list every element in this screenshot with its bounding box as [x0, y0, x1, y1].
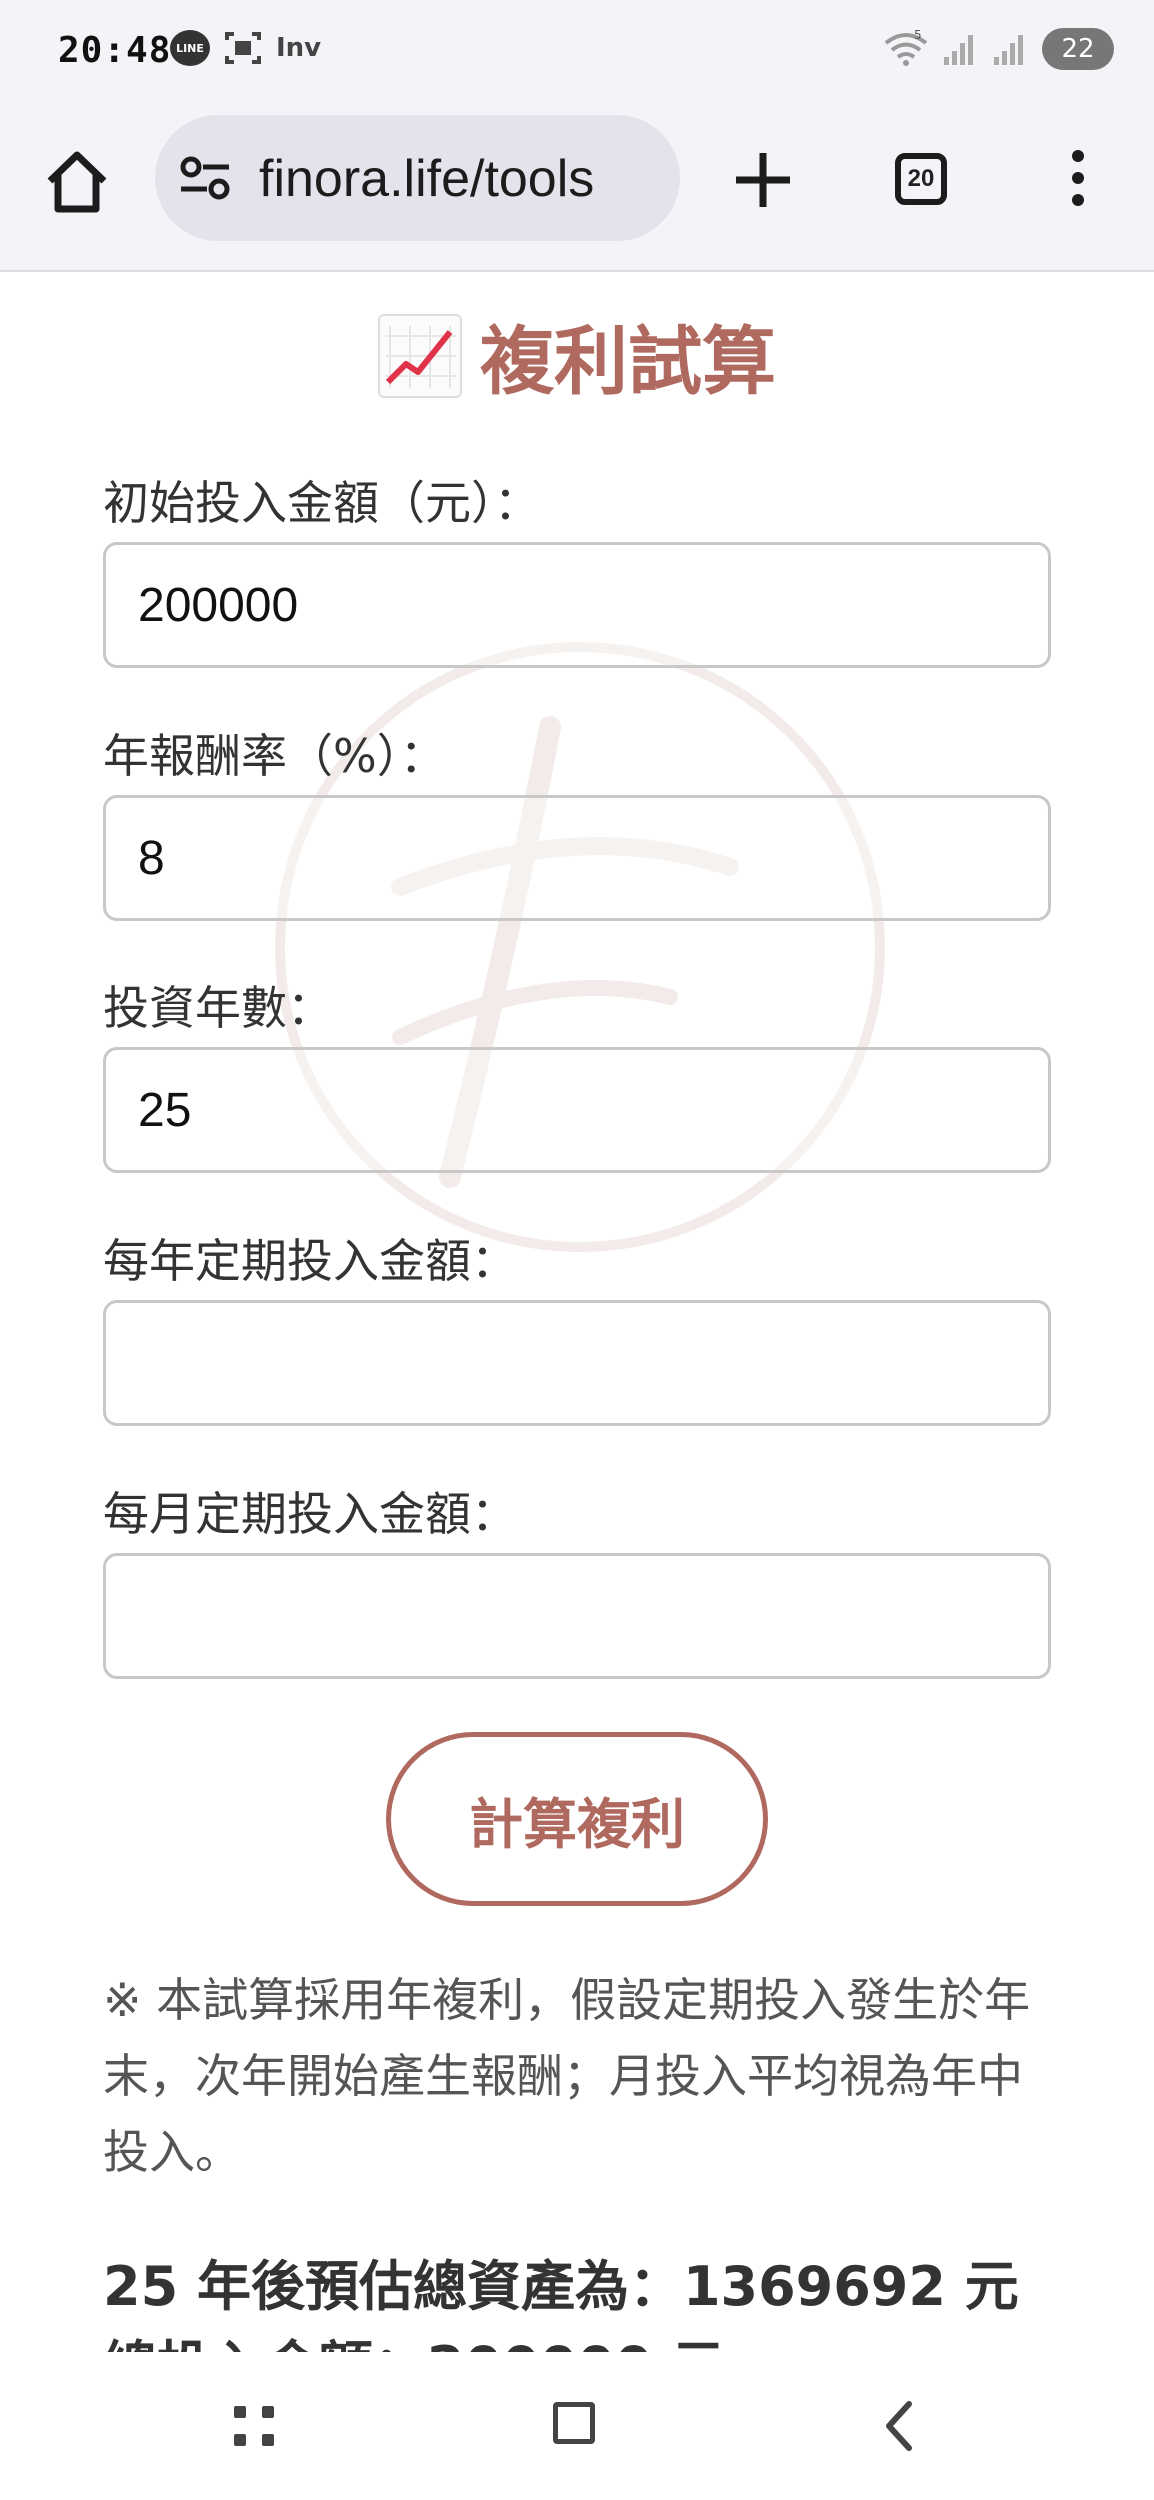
investment-years-label: 投資年數： — [103, 981, 333, 1035]
signal-icon-2 — [994, 35, 1023, 65]
initial-amount-input[interactable]: 200000 — [103, 542, 1051, 668]
calculation-note: ※ 本試算採用年複利，假設定期投入發生於年末，次年開始產生報酬；月投入平均視為年… — [103, 1973, 1031, 2179]
system-icons: 5 22 — [884, 28, 1114, 70]
annual-return-input[interactable]: 8 — [103, 795, 1051, 921]
site-info-icon[interactable] — [179, 155, 231, 201]
page-title-text: 複利試算 — [480, 319, 776, 405]
chart-increasing-icon — [378, 313, 462, 398]
plus-icon[interactable] — [730, 147, 796, 213]
investment-years-input[interactable]: 25 — [103, 1047, 1051, 1173]
tab-switcher-button[interactable]: 20 — [895, 153, 947, 205]
yearly-contribution-input[interactable] — [103, 1300, 1051, 1426]
screen: 20:48 LINE Inv 5 22 finora.life/tools 20… — [0, 0, 1154, 2500]
more-vert-icon[interactable] — [1060, 150, 1096, 210]
recents-icon[interactable] — [232, 2404, 280, 2452]
line-app-icon: LINE — [170, 30, 210, 66]
signal-icon-1 — [944, 35, 973, 65]
page-title: 複利試算 — [0, 302, 1154, 409]
wifi-icon: 5 — [884, 29, 928, 66]
screenshot-icon — [225, 32, 261, 64]
home-square-icon[interactable] — [553, 2402, 595, 2444]
wifi-badge: 5 — [914, 29, 922, 42]
browser-toolbar: finora.life/tools 20 — [0, 105, 1154, 272]
annual-return-label: 年報酬率（%）： — [103, 729, 446, 783]
status-bar: 20:48 LINE Inv 5 22 — [0, 0, 1154, 105]
inv-notification-label: Inv — [276, 33, 322, 63]
finora-logo-watermark — [275, 642, 885, 1252]
result-total-invested: 總投入金額：200000 元 — [103, 2322, 725, 2352]
system-nav-bar — [0, 2352, 1154, 2500]
url-text: finora.life/tools — [259, 150, 595, 208]
initial-amount-label: 初始投入金額（元）： — [103, 476, 540, 530]
yearly-contribution-label: 每年定期投入金額： — [103, 1234, 517, 1288]
status-time: 20:48 — [58, 30, 172, 71]
monthly-contribution-input[interactable] — [103, 1553, 1051, 1679]
monthly-contribution-label: 每月定期投入金額： — [103, 1487, 517, 1541]
battery-indicator: 22 — [1042, 28, 1114, 70]
home-icon[interactable] — [42, 147, 112, 217]
calculate-button[interactable]: 計算複利 — [386, 1732, 768, 1906]
notification-icons: LINE Inv — [170, 30, 321, 66]
url-bar[interactable]: finora.life/tools — [155, 115, 680, 241]
back-icon[interactable] — [875, 2396, 925, 2456]
result-total-assets: 25 年後預估總資產為：1369692 元 — [103, 2255, 1019, 2318]
page-content: 複利試算 初始投入金額（元）： 200000 年報酬率（%）： 8 投資年數： … — [0, 272, 1154, 2352]
